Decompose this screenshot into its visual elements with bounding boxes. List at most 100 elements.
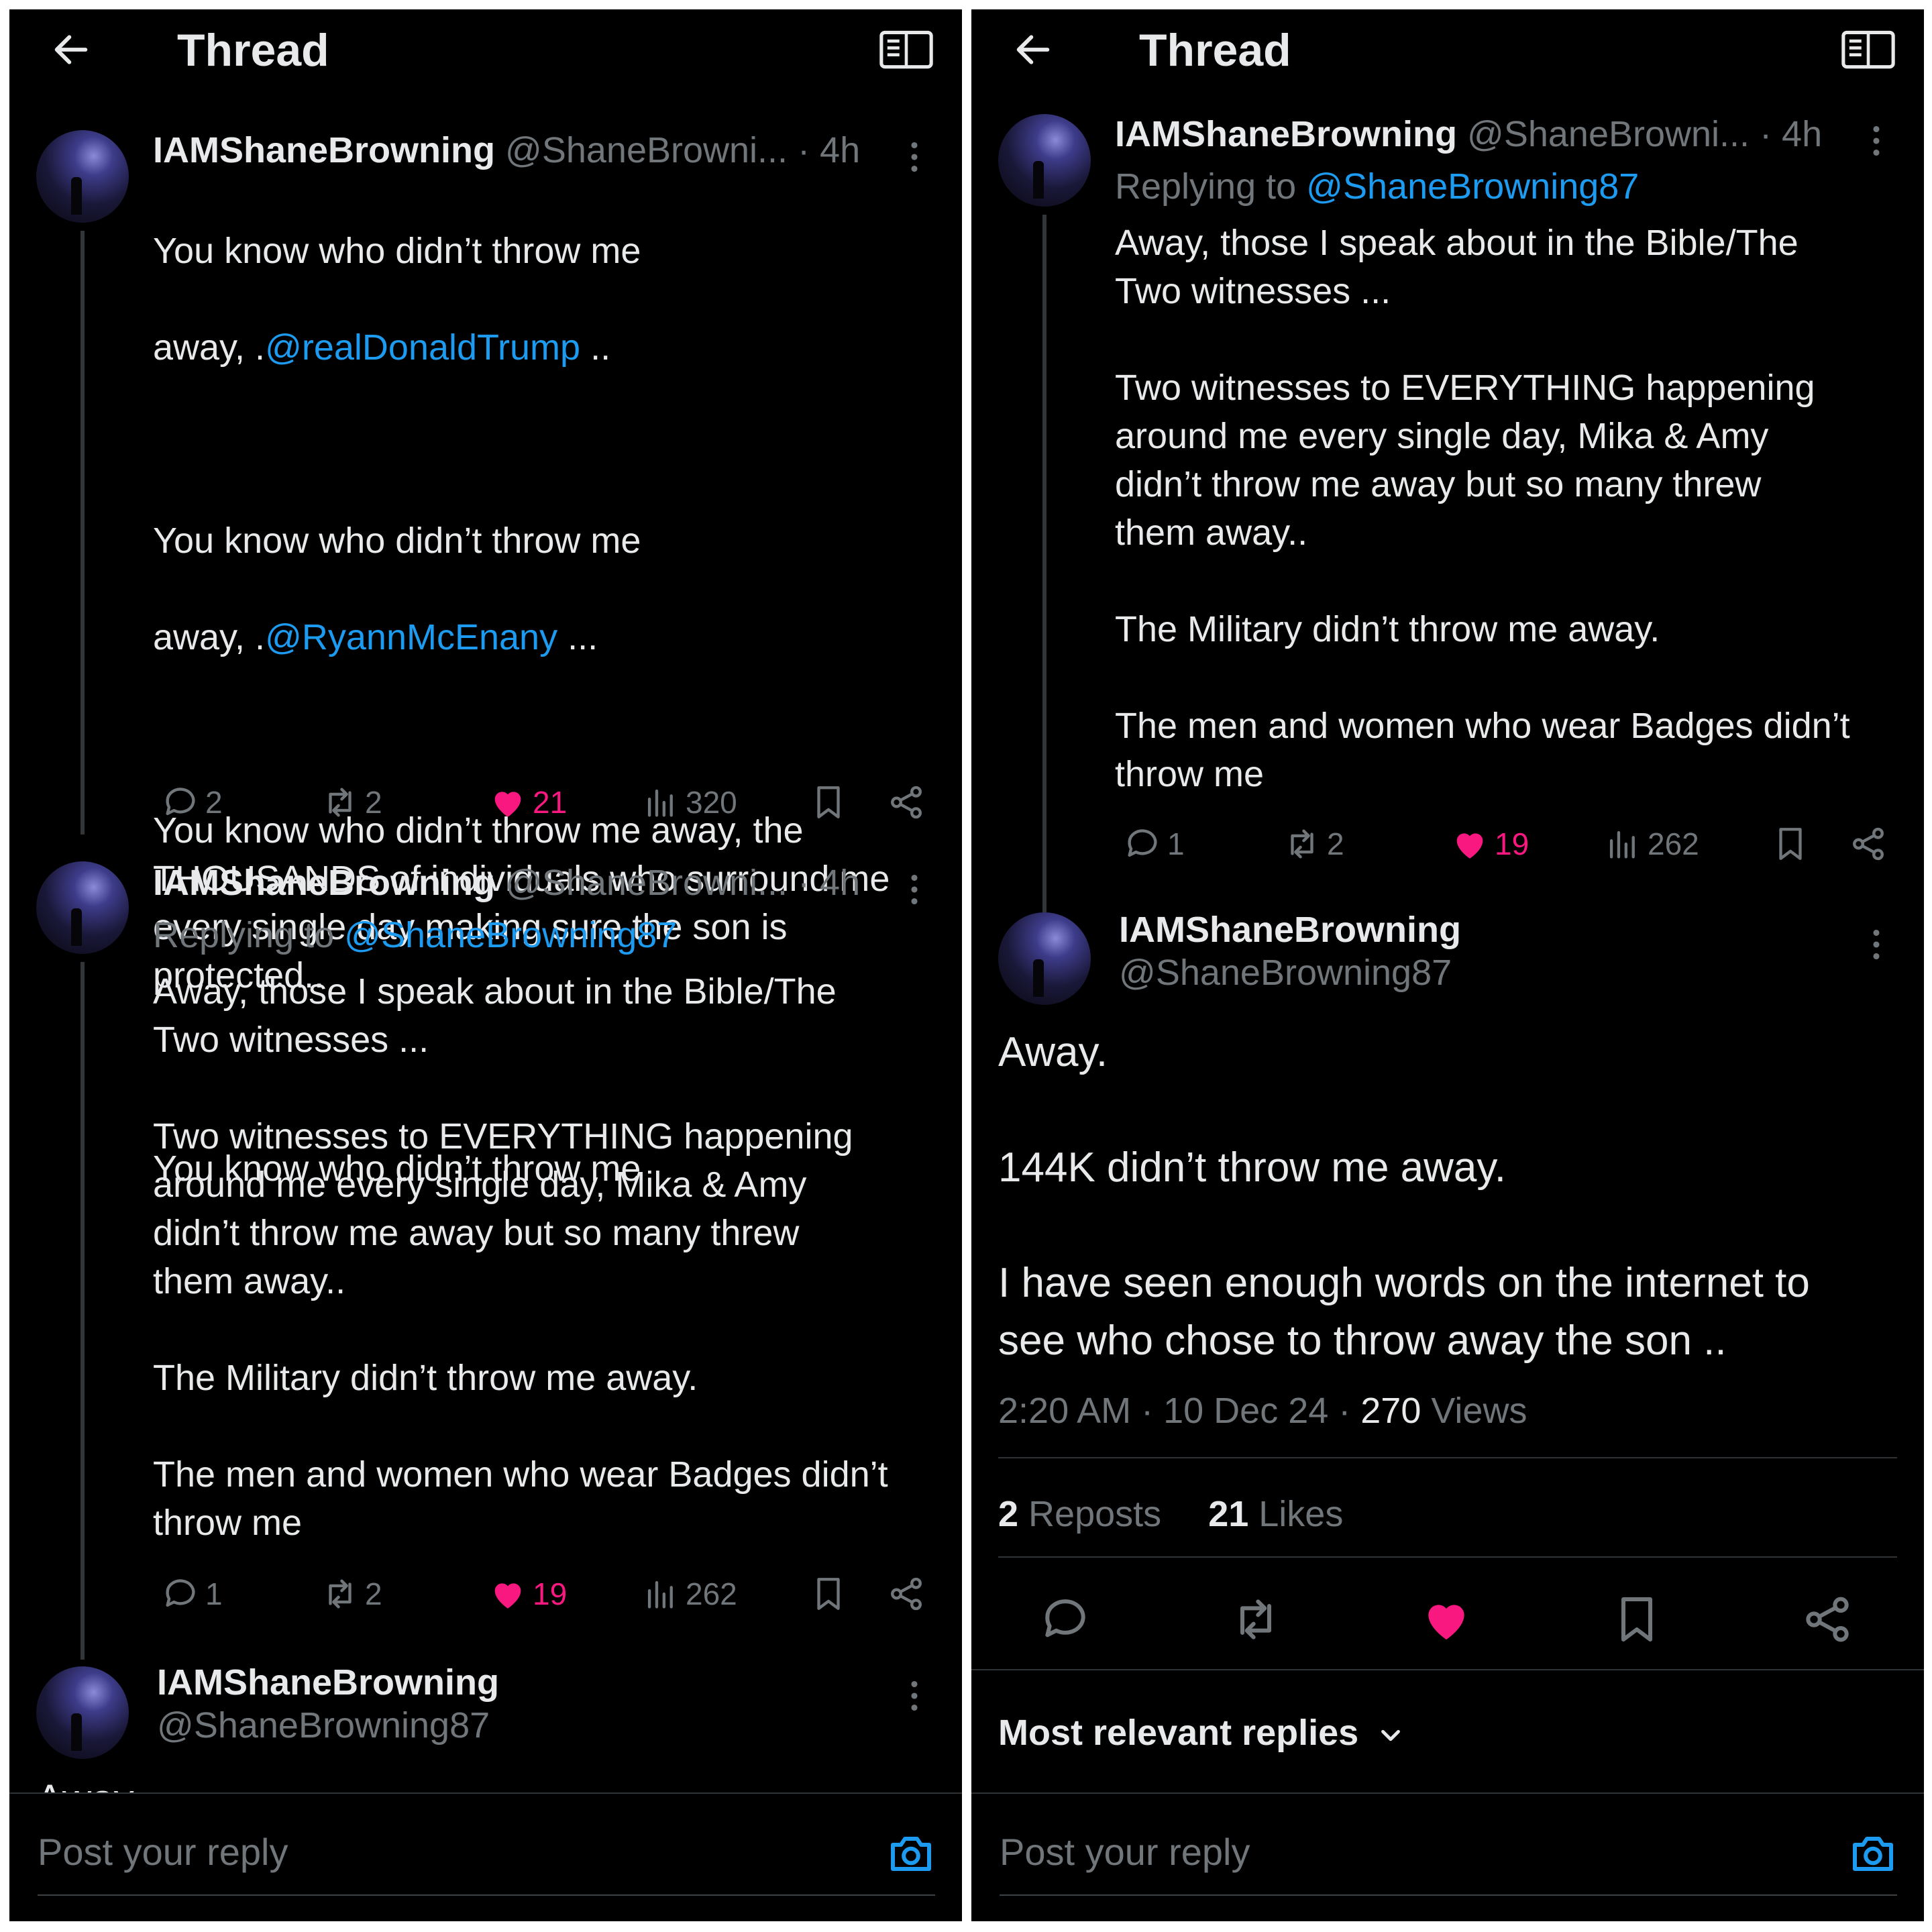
repost-arrows-icon [1283, 824, 1322, 863]
main-tweet-actions [998, 1593, 1911, 1653]
tweet-actions: 1 2 19 262 [153, 1572, 945, 1615]
reply-composer: Post your reply [971, 1792, 1924, 1921]
avatar[interactable] [998, 114, 1091, 207]
replies-sort-dropdown[interactable]: Most relevant replies [998, 1712, 1406, 1754]
reply-button[interactable]: 1 [161, 1572, 223, 1615]
views-button[interactable]: 262 [641, 1572, 737, 1615]
avatar[interactable] [36, 1666, 129, 1759]
share-button[interactable] [1849, 822, 1888, 865]
bar-chart-icon [641, 1574, 680, 1613]
speech-bubble-icon[interactable] [1038, 1593, 1092, 1646]
views-button[interactable]: 262 [1603, 822, 1699, 865]
likes-stat[interactable]: 21 Likes [1208, 1494, 1343, 1534]
speech-bubble-icon [1123, 824, 1162, 863]
tweet-text: Away, those I speak about in the Bible/T… [1115, 223, 1850, 794]
avatar[interactable] [36, 130, 129, 223]
tweet-text: Away, those I speak about in the Bible/T… [153, 971, 888, 1543]
book-open-icon[interactable] [1841, 28, 1896, 71]
tweet-actions: 2 2 21 320 [153, 781, 945, 824]
thread-connector [1042, 215, 1046, 912]
divider [38, 1894, 935, 1896]
share-icon [1849, 824, 1888, 863]
divider [998, 1556, 1897, 1558]
share-button[interactable] [887, 1572, 926, 1615]
mention-link[interactable]: @RyannMcEnany [265, 617, 557, 657]
reply-input[interactable]: Post your reply [1000, 1830, 1250, 1874]
tweet-author[interactable]: IAMShaneBrowning @ShaneBrowni... · 4h [153, 861, 860, 904]
mention-link[interactable]: @ShaneBrowning87 [1306, 166, 1639, 207]
reply-input[interactable]: Post your reply [38, 1830, 288, 1874]
share-icon[interactable] [1801, 1593, 1854, 1646]
more-vertical-icon[interactable] [910, 137, 919, 177]
bookmark-button[interactable] [809, 1572, 848, 1615]
camera-icon[interactable] [1849, 1829, 1897, 1877]
heart-icon[interactable] [1419, 1593, 1473, 1646]
bookmark-icon [809, 1574, 848, 1613]
main-tweet-text: Away. 144K didn’t throw me away. I have … [998, 1029, 1810, 1364]
tweet-actions: 1 2 19 262 [1115, 822, 1907, 865]
book-open-icon[interactable] [879, 28, 934, 71]
page-title: Thread [177, 25, 329, 76]
speech-bubble-icon [161, 783, 200, 822]
mention-link[interactable]: @ShaneBrowning87 [344, 915, 677, 955]
tweet-author[interactable]: IAMShaneBrowning @ShaneBrowni... · 4h [153, 129, 860, 172]
bar-chart-icon [641, 783, 680, 822]
divider [971, 1669, 1924, 1670]
camera-icon[interactable] [887, 1829, 935, 1877]
views-button[interactable]: 320 [641, 781, 737, 824]
replying-to: Replying to @ShaneBrowning87 [1115, 166, 1640, 207]
page-title: Thread [1139, 25, 1291, 76]
repost-arrows-icon [321, 783, 360, 822]
repost-button[interactable]: 2 [321, 1572, 382, 1615]
bookmark-button[interactable] [809, 781, 848, 824]
thread-connector [80, 231, 85, 835]
thread-header: Thread [971, 9, 1924, 90]
tweet-author[interactable]: IAMShaneBrowning [157, 1661, 499, 1704]
reply-button[interactable]: 1 [1123, 822, 1185, 865]
divider [1000, 1894, 1897, 1896]
replying-to: Replying to @ShaneBrowning87 [153, 915, 678, 955]
more-vertical-icon[interactable] [910, 869, 919, 910]
share-icon [887, 1574, 926, 1613]
like-button[interactable]: 19 [1450, 822, 1529, 865]
reply-composer: Post your reply [9, 1792, 962, 1921]
arrow-left-icon[interactable] [1012, 28, 1055, 71]
avatar[interactable] [998, 912, 1091, 1005]
arrow-left-icon[interactable] [50, 28, 93, 71]
share-button[interactable] [887, 781, 926, 824]
more-vertical-icon[interactable] [1872, 121, 1881, 161]
bookmark-icon [1771, 824, 1810, 863]
thread-panel-right: Thread IAMShaneBrowning @ShaneBrowni... … [971, 9, 1924, 1921]
thread-header: Thread [9, 9, 962, 90]
thread-connector [80, 962, 85, 1660]
tweet-handle: @ShaneBrowning87 [1119, 953, 1452, 993]
repost-arrows-icon [321, 1574, 360, 1613]
like-button[interactable]: 19 [488, 1572, 567, 1615]
reply-button[interactable]: 2 [161, 781, 223, 824]
bookmark-icon[interactable] [1610, 1593, 1664, 1646]
repost-button[interactable]: 2 [321, 781, 382, 824]
engagement-stats: 2 Reposts 21 Likes [998, 1493, 1343, 1535]
heart-icon [488, 783, 527, 822]
heart-icon [1450, 824, 1489, 863]
bookmark-icon [809, 783, 848, 822]
share-icon [887, 783, 926, 822]
mention-link[interactable]: @realDonaldTrump [265, 327, 580, 368]
repost-button[interactable]: 2 [1283, 822, 1344, 865]
avatar[interactable] [36, 861, 129, 954]
thread-panel-left: Thread IAMShaneBrowning @ShaneBrowni... … [9, 9, 962, 1921]
tweet-timestamp: 2:20 AM · 10 Dec 24 · 270 Views [998, 1391, 1527, 1431]
tweet-handle: @ShaneBrowning87 [157, 1705, 490, 1746]
repost-arrows-icon[interactable] [1229, 1593, 1283, 1646]
more-vertical-icon[interactable] [910, 1676, 919, 1716]
tweet-author[interactable]: IAMShaneBrowning @ShaneBrowni... · 4h [1115, 113, 1822, 156]
bar-chart-icon [1603, 824, 1642, 863]
bookmark-button[interactable] [1771, 822, 1810, 865]
like-button[interactable]: 21 [488, 781, 567, 824]
more-vertical-icon[interactable] [1872, 924, 1881, 965]
chevron-down-icon [1375, 1720, 1406, 1751]
divider [998, 1457, 1897, 1458]
tweet-author[interactable]: IAMShaneBrowning [1119, 908, 1461, 951]
heart-icon [488, 1574, 527, 1613]
reposts-stat[interactable]: 2 Reposts [998, 1494, 1161, 1534]
